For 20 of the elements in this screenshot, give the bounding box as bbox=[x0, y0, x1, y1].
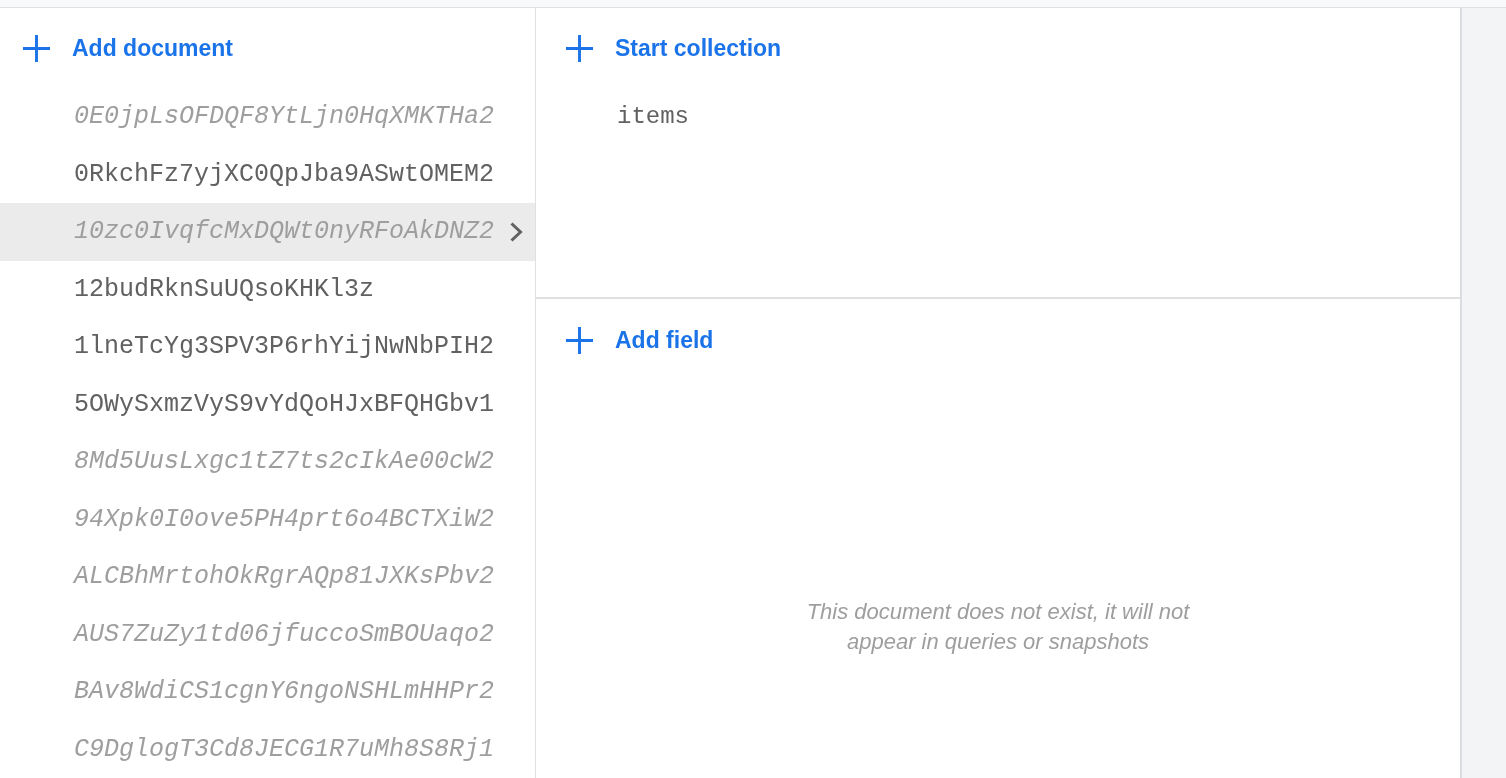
document-list-item[interactable]: 12budRknSuUQsoKHKl3z bbox=[0, 260, 535, 318]
plus-icon bbox=[566, 326, 593, 354]
add-document-button[interactable]: Add document bbox=[23, 30, 233, 66]
collection-list-item[interactable]: items bbox=[536, 88, 1460, 146]
chevron-right-icon bbox=[510, 221, 523, 242]
document-list-item[interactable]: ALCBhMrtohOkRgrAQp81JXKsPbv2 bbox=[0, 548, 535, 606]
document-list-item[interactable]: BAv8WdiCS1cgnY6ngoNSHLmHHPr2 bbox=[0, 663, 535, 721]
document-list-item[interactable]: 0RkchFz7yjXC0QpJba9ASwtOMEM2 bbox=[0, 145, 535, 203]
document-list-item[interactable]: 8Md5UusLxgc1tZ7ts2cIkAe00cW2 bbox=[0, 433, 535, 491]
document-list-item[interactable]: 94Xpk0I0ove5PH4prt6o4BCTXiW2 bbox=[0, 490, 535, 548]
document-list-item[interactable]: 5OWySxmzVyS9vYdQoHJxBFQHGbv1 bbox=[0, 375, 535, 433]
document-list-item[interactable]: C9DglogT3Cd8JECG1R7uMh8S8Rj1 bbox=[0, 720, 535, 778]
document-list-item[interactable]: 0E0jpLsOFDQF8YtLjn0HqXMKTHa2 bbox=[0, 88, 535, 146]
empty-state-message: This document does not exist, it will not appear in queries or snapshots bbox=[805, 598, 1191, 656]
document-list-item[interactable]: AUS7ZuZy1td06jfuccoSmBOUaqo2 bbox=[0, 605, 535, 663]
add-field-button[interactable]: Add field bbox=[566, 322, 714, 358]
plus-icon bbox=[566, 34, 593, 62]
plus-icon bbox=[23, 34, 50, 62]
start-collection-button[interactable]: Start collection bbox=[566, 30, 782, 66]
document-list-item[interactable]: 1lneTcYg3SPV3P6rhYijNwNbPIH2 bbox=[0, 318, 535, 376]
